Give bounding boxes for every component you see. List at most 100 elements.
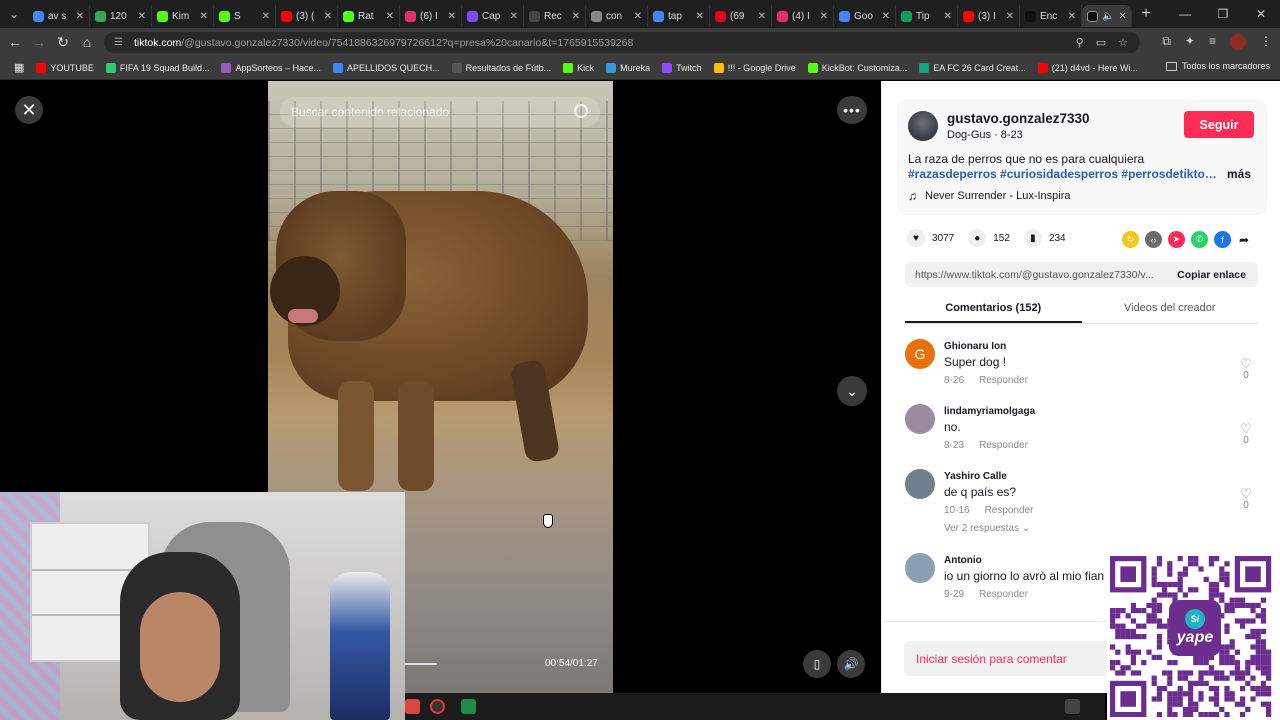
- browser-tab[interactable]: (3) (✕: [276, 5, 338, 27]
- close-tab-icon[interactable]: ✕: [572, 11, 580, 22]
- hashtags[interactable]: #razasdeperros #curiosidadesperros #perr…: [908, 167, 1218, 181]
- commenter-name[interactable]: Yashiro Calle: [944, 471, 1007, 482]
- install-app-icon[interactable]: ▭: [1096, 36, 1106, 49]
- close-tab-icon[interactable]: ✕: [1118, 11, 1126, 22]
- commenter-avatar[interactable]: [905, 553, 935, 583]
- floating-player-button[interactable]: ▯: [803, 650, 831, 678]
- send-icon[interactable]: ➤: [1168, 231, 1185, 248]
- tab-search-button[interactable]: ⌄: [0, 0, 28, 28]
- browser-tab[interactable]: Kim ✕: [152, 5, 214, 27]
- browser-tab[interactable]: tap ✕: [648, 5, 710, 27]
- taskbar-app-icon[interactable]: [1065, 699, 1080, 714]
- embed-icon[interactable]: ‹›: [1145, 231, 1162, 248]
- bookmark-item[interactable]: Mureka: [600, 62, 656, 73]
- repost-icon[interactable]: ↻: [1122, 231, 1139, 248]
- bookmark-item[interactable]: (21) d4vd - Here Wi...: [1032, 62, 1144, 73]
- reply-button[interactable]: Responder: [979, 589, 1028, 600]
- back-button[interactable]: ←: [3, 34, 27, 50]
- comment-like[interactable]: ♡ 0: [1236, 422, 1256, 446]
- browser-tab[interactable]: Rat ✕: [338, 5, 400, 27]
- bookmark-item[interactable]: EA FC 26 Card Creat...: [913, 62, 1032, 73]
- forward-button[interactable]: →: [27, 34, 51, 50]
- extensions-icon[interactable]: ⧉: [1162, 34, 1171, 50]
- view-replies-button[interactable]: Ver 2 respuestas ⌄: [944, 523, 1030, 534]
- reply-button[interactable]: Responder: [985, 505, 1034, 516]
- bookmark-item[interactable]: FIFA 19 Squad Build...: [100, 62, 216, 73]
- close-video-button[interactable]: ✕: [15, 96, 43, 124]
- close-tab-icon[interactable]: ✕: [262, 11, 270, 22]
- music-link[interactable]: ♫ Never Surrender - Lux-Inspira: [908, 189, 1071, 203]
- bookmark-item[interactable]: APELLIDOS QUECH...: [327, 62, 446, 73]
- close-tab-icon[interactable]: ✕: [1006, 11, 1014, 22]
- address-bar[interactable]: ☰ tiktok.com/@gustavo.gonzalez7330/video…: [104, 32, 1140, 53]
- puzzle-icon[interactable]: ✦: [1185, 34, 1195, 50]
- tab-comments[interactable]: Comentarios (152): [905, 296, 1082, 323]
- bookmark-item[interactable]: YOUTUBE: [30, 62, 100, 73]
- restore-button[interactable]: ❐: [1204, 0, 1242, 28]
- share-link[interactable]: https://www.tiktok.com/@gustavo.gonzalez…: [905, 269, 1165, 281]
- comment-like[interactable]: ♡ 0: [1236, 487, 1256, 511]
- browser-tab[interactable]: (69 ✕: [710, 5, 772, 27]
- browser-tab[interactable]: Tip ✕: [896, 5, 958, 27]
- close-tab-icon[interactable]: ✕: [510, 11, 518, 22]
- close-tab-icon[interactable]: ✕: [386, 11, 394, 22]
- more-button[interactable]: más: [1227, 167, 1251, 181]
- share-arrow-icon[interactable]: ➦: [1239, 233, 1249, 247]
- close-tab-icon[interactable]: ✕: [448, 11, 456, 22]
- browser-tab[interactable]: av s ✕: [28, 5, 90, 27]
- commenter-name[interactable]: lindamyriamolgaga: [944, 406, 1035, 417]
- browser-tab[interactable]: (3) I ✕: [958, 5, 1020, 27]
- reload-button[interactable]: ↻: [51, 34, 75, 51]
- taskbar-app-icon[interactable]: [405, 699, 420, 714]
- all-bookmarks[interactable]: Todos los marcadores: [1165, 61, 1270, 71]
- comment-action[interactable]: ● 152: [968, 229, 1010, 247]
- commenter-avatar[interactable]: [905, 404, 935, 434]
- browser-tab[interactable]: (4) I ✕: [772, 5, 834, 27]
- browser-tab[interactable]: Goo ✕: [834, 5, 896, 27]
- reply-button[interactable]: Responder: [979, 440, 1028, 451]
- progress-bar[interactable]: [405, 663, 437, 665]
- site-info-icon[interactable]: ☰: [114, 37, 126, 48]
- commenter-avatar[interactable]: [905, 469, 935, 499]
- facebook-icon[interactable]: f: [1214, 231, 1231, 248]
- browser-tab[interactable]: (6) I ✕: [400, 5, 462, 27]
- whatsapp-icon[interactable]: ✆: [1191, 231, 1208, 248]
- next-video-button[interactable]: ⌄: [837, 376, 867, 406]
- close-tab-icon[interactable]: ✕: [696, 11, 704, 22]
- like-action[interactable]: ♥ 3077: [907, 229, 954, 247]
- search-icon[interactable]: [574, 104, 588, 118]
- browser-tab[interactable]: S ✕: [214, 5, 276, 27]
- follow-button[interactable]: Seguir: [1184, 111, 1254, 138]
- copy-link-button[interactable]: Copiar enlace: [1177, 269, 1246, 281]
- bookmark-item[interactable]: Twitch: [656, 62, 708, 73]
- close-window-button[interactable]: ✕: [1242, 0, 1280, 28]
- close-tab-icon[interactable]: ✕: [138, 11, 146, 22]
- browser-tab[interactable]: 120 ✕: [90, 5, 152, 27]
- commenter-avatar[interactable]: G: [905, 339, 935, 369]
- bookmark-item[interactable]: KickBot: Customiza...: [802, 62, 914, 73]
- profile-avatar[interactable]: [1230, 34, 1246, 50]
- comment-like[interactable]: ♡ 0: [1236, 357, 1256, 381]
- minimize-button[interactable]: —: [1166, 0, 1204, 28]
- commenter-name[interactable]: Ghionaru Ion: [944, 341, 1006, 352]
- close-tab-icon[interactable]: ✕: [758, 11, 766, 22]
- volume-button[interactable]: 🔊: [837, 650, 865, 678]
- browser-tab[interactable]: con ✕: [586, 5, 648, 27]
- close-tab-icon[interactable]: ✕: [200, 11, 208, 22]
- save-action[interactable]: ▮ 234: [1023, 229, 1066, 247]
- close-tab-icon[interactable]: ✕: [882, 11, 890, 22]
- browser-tab-active[interactable]: 🔈 ✕: [1082, 5, 1132, 27]
- audio-icon[interactable]: 🔈: [1102, 11, 1114, 22]
- home-icon[interactable]: ⌂: [75, 34, 99, 50]
- close-tab-icon[interactable]: ✕: [1068, 11, 1076, 22]
- bookmark-item[interactable]: Kick: [557, 62, 600, 73]
- tab-creator-videos[interactable]: Videos del creador: [1082, 296, 1259, 323]
- commenter-name[interactable]: Antonio: [944, 555, 982, 566]
- close-tab-icon[interactable]: ✕: [76, 11, 84, 22]
- zoom-icon[interactable]: ⚲: [1076, 36, 1084, 49]
- browser-tab[interactable]: Rec ✕: [524, 5, 586, 27]
- close-tab-icon[interactable]: ✕: [820, 11, 828, 22]
- author-name[interactable]: gustavo.gonzalez7330: [947, 111, 1090, 126]
- close-tab-icon[interactable]: ✕: [944, 11, 952, 22]
- more-options-button[interactable]: •••: [837, 96, 867, 124]
